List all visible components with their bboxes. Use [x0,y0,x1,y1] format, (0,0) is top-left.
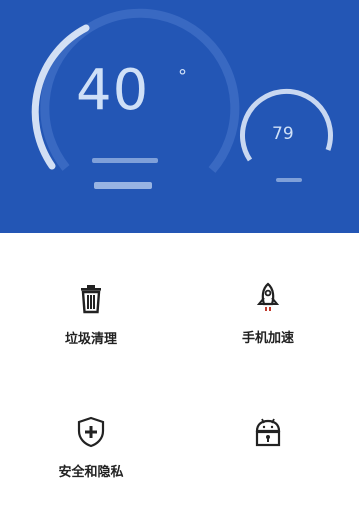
phone-speedup-tile[interactable]: 手机加速 [193,281,343,371]
junk-clean-tile[interactable]: 垃圾清理 [16,282,166,372]
phone-speedup-label: 手机加速 [241,331,294,346]
junk-clean-label: 垃圾清理 [64,332,117,347]
android-lock-icon [255,418,281,447]
trash-icon [81,285,101,314]
secondary-gauge-value: 79 [272,124,294,144]
main-gauge-value: 40 [76,58,150,123]
main-gauge-unit: ° [178,66,187,87]
security-privacy-label: 安全和隐私 [58,465,124,480]
rocket-icon [256,282,280,311]
main-gauge-caption [92,158,158,163]
dashboard-header: 40 ° 79 [0,0,359,233]
secondary-gauge-caption [276,178,302,182]
app-lock-tile[interactable] [193,415,343,505]
shield-plus-icon [77,416,105,448]
main-gauge-button[interactable] [94,182,152,189]
security-privacy-tile[interactable]: 安全和隐私 [16,415,166,505]
